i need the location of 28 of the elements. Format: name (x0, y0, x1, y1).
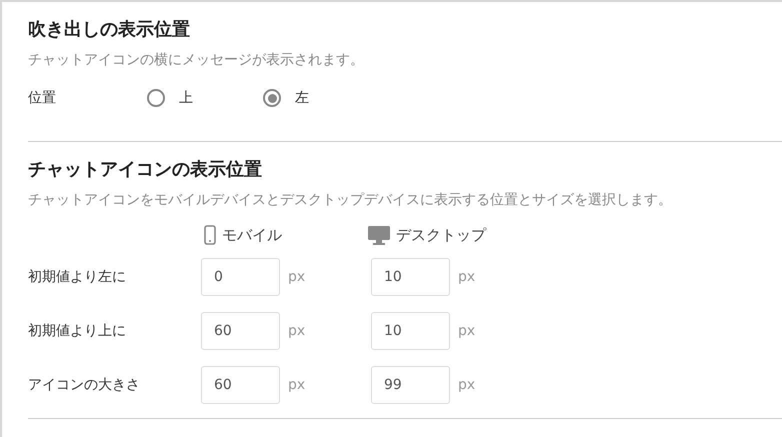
number-field[interactable]: 10 (371, 312, 450, 350)
monitor-icon (368, 225, 390, 245)
radio-button[interactable] (147, 89, 165, 107)
unit-label: px (458, 376, 476, 394)
unit-label: px (288, 322, 306, 340)
number-field[interactable]: 0 (201, 258, 280, 296)
number-field[interactable]: 10 (371, 258, 450, 296)
section-title: チャットアイコンの表示位置 (28, 158, 263, 182)
radio-label: 左 (295, 88, 309, 108)
unit-label: px (458, 268, 476, 286)
radio-label: 上 (179, 88, 193, 108)
section-title: 吹き出しの表示位置 (28, 18, 191, 42)
section-description: チャットアイコンの横にメッセージが表示されます。 (28, 51, 365, 70)
row-label: アイコンの大きさ (28, 376, 141, 394)
unit-label: px (458, 322, 476, 340)
column-header: モバイル (222, 224, 282, 246)
number-field[interactable]: 60 (201, 366, 280, 404)
section-description: チャットアイコンをモバイルデバイスとデスクトップデバイスに表示する位置とサイズを選択します。 (28, 191, 673, 210)
row-label: 初期値より上に (28, 322, 127, 340)
field-label: 位置 (28, 88, 57, 108)
row-label: 初期値より左に (28, 268, 127, 286)
radio-button[interactable] (263, 89, 281, 107)
phone-icon (204, 225, 216, 245)
number-field[interactable]: 99 (371, 366, 450, 404)
unit-label: px (288, 376, 306, 394)
unit-label: px (288, 268, 306, 286)
column-header: デスクトップ (396, 224, 486, 246)
number-field[interactable]: 60 (201, 312, 280, 350)
